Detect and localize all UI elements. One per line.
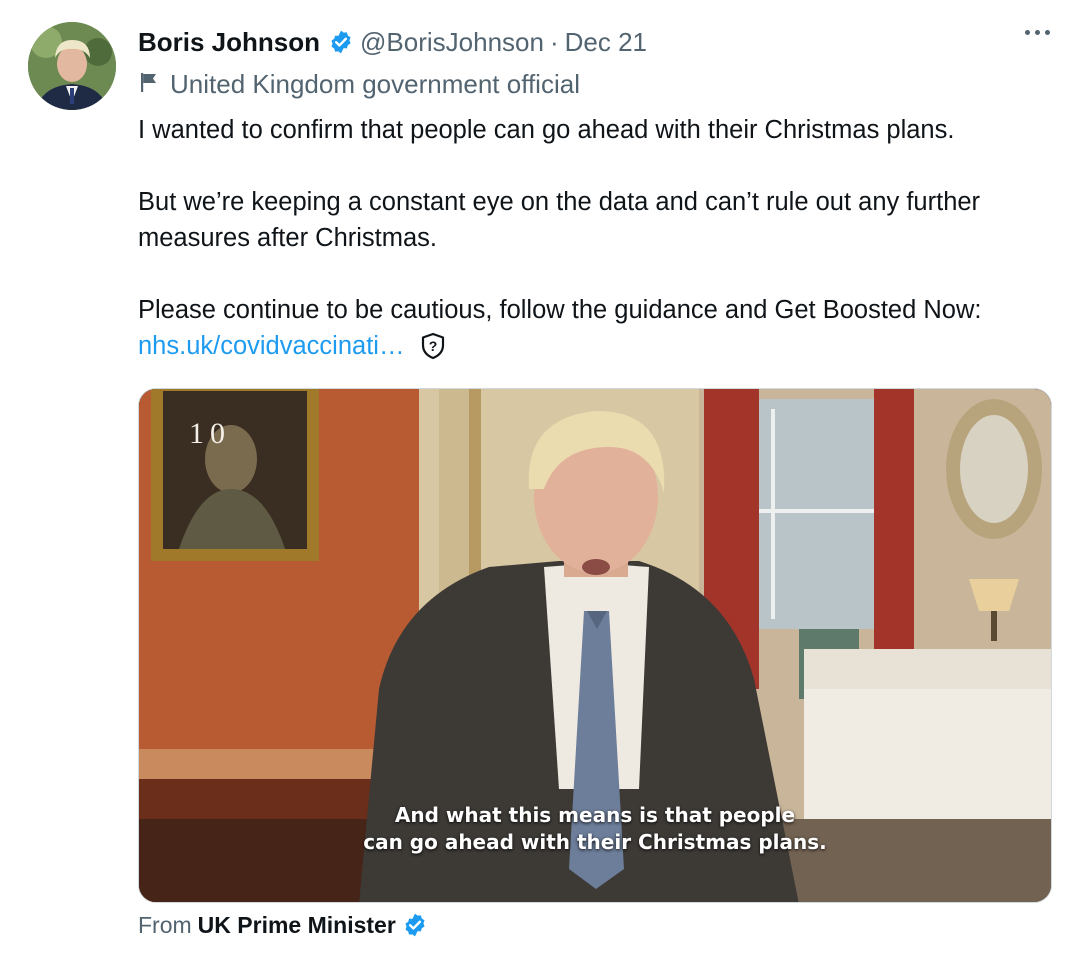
link-warning-shield-icon[interactable]: ?: [420, 332, 446, 370]
verified-badge-icon: [328, 29, 354, 55]
video-source-row: From UK Prime Minister: [138, 908, 428, 942]
source-account-name[interactable]: UK Prime Minister: [198, 912, 396, 939]
author-handle[interactable]: @BorisJohnson: [360, 27, 544, 58]
vaccination-link[interactable]: nhs.uk/covidvaccinati…: [138, 332, 404, 360]
tweet-header: Boris Johnson @BorisJohnson · Dec 21: [138, 24, 647, 60]
author-name[interactable]: Boris Johnson: [138, 27, 320, 58]
video-player[interactable]: 10 And what this means is that people ca…: [138, 388, 1052, 903]
tweet-paragraph: Please continue to be cautious, follow t…: [138, 296, 982, 324]
caption-line: And what this means is that people: [394, 803, 796, 827]
tweet-date[interactable]: Dec 21: [565, 27, 647, 58]
government-flag-icon: [138, 71, 160, 98]
tweet-paragraph: But we’re keeping a constant eye on the …: [138, 188, 981, 252]
header-separator: ·: [549, 26, 559, 57]
more-options-icon[interactable]: [1025, 30, 1050, 35]
video-caption: And what this means is that people can g…: [139, 802, 1051, 856]
verified-badge-icon: [402, 912, 428, 938]
account-label-row: United Kingdom government official: [138, 66, 580, 102]
author-avatar[interactable]: [28, 22, 116, 110]
caption-line: can go ahead with their Christmas plans.: [363, 830, 827, 854]
from-label: From: [138, 911, 192, 938]
account-label[interactable]: United Kingdom government official: [170, 69, 580, 100]
tweet-text: I wanted to confirm that people can go a…: [138, 112, 1058, 370]
tweet-paragraph: I wanted to confirm that people can go a…: [138, 116, 955, 144]
number-10-logo: 10: [189, 417, 231, 450]
svg-text:?: ?: [428, 338, 437, 354]
